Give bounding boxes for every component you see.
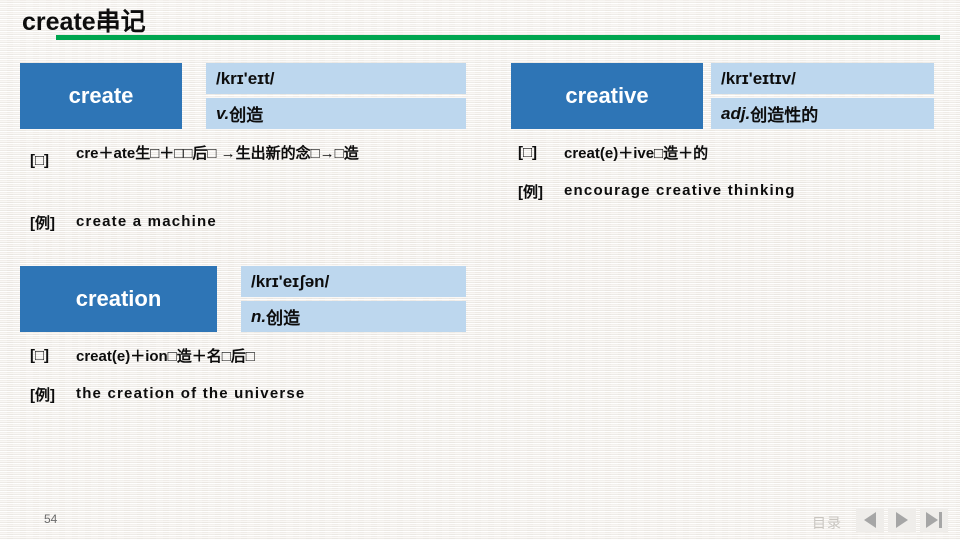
slide-canvas: create串记 create /krɪ'eɪt/ v. 创造 [□] cre＋a… (0, 0, 960, 540)
word-block-creative: creative /krɪ'eɪtɪv/ adj. 创造性的 (511, 63, 934, 130)
phonetic-create: /krɪ'eɪt/ (206, 63, 466, 94)
meaning-create: 创造 (229, 106, 264, 125)
etymology-text-create: cre＋ate生□＋□□后□ →生出新的念□→□造 (76, 145, 359, 162)
previous-slide-button[interactable] (856, 508, 884, 532)
skip-to-end-icon (926, 512, 942, 528)
triangle-right-glyph (926, 512, 938, 528)
phonetic-creative: /krɪ'eɪtɪv/ (711, 63, 934, 94)
next-slide-button[interactable] (888, 508, 916, 532)
end-bar-glyph (939, 512, 942, 528)
word-label-creation: creation (20, 266, 217, 332)
triangle-left-icon (864, 512, 876, 528)
meaning-creation: 创造 (266, 309, 301, 328)
etymology-tag-create: [□] (30, 152, 50, 169)
pos-creative: adj. (721, 103, 751, 123)
etymology-line-creative: [□] creat(e)＋ive□造＋的 (518, 144, 948, 164)
last-slide-button[interactable] (920, 508, 948, 532)
example-line-creative: [例] encourage creative thinking (518, 181, 948, 202)
etymology-text-creative: creat(e)＋ive□造＋的 (564, 145, 709, 162)
etymology-tag-creation: [□] (30, 347, 50, 364)
phonetic-creation: /krɪ'eɪʃən/ (241, 266, 466, 297)
pos-create: v. (216, 103, 230, 123)
word-panel-create: /krɪ'eɪt/ v. 创造 (206, 63, 466, 129)
sense-create: v. 创造 (206, 98, 466, 129)
example-line-create: [例] create a machine (30, 212, 450, 233)
example-tag-creation: [例] (30, 387, 55, 404)
etymology-line-creation: [□] creat(e)＋ion□造＋名□后□ (30, 347, 460, 367)
title-divider (56, 35, 940, 40)
etymology-text-creation: creat(e)＋ion□造＋名□后□ (76, 348, 255, 365)
page-number: 54 (44, 512, 58, 526)
etymology-tag-creative: [□] (518, 144, 538, 161)
table-of-contents-link[interactable]: 目录 (812, 513, 842, 533)
etymology-line-create: [□] cre＋ate生□＋□□后□ →生出新的念□→□造 (30, 144, 450, 169)
triangle-right-icon (896, 512, 908, 528)
word-panel-creative: /krɪ'eɪtɪv/ adj. 创造性的 (711, 63, 934, 129)
word-panel-creation: /krɪ'eɪʃən/ n. 创造 (241, 266, 466, 332)
sense-creation: n. 创造 (241, 301, 466, 332)
word-label-creative: creative (511, 63, 703, 129)
word-label-create: create (20, 63, 182, 129)
example-text-creation: the creation of the universe (76, 385, 306, 402)
example-tag-creative: [例] (518, 184, 543, 201)
page-title: create串记 (22, 8, 146, 36)
word-block-creation: creation /krɪ'eɪʃən/ n. 创造 (20, 266, 466, 333)
meaning-creative: 创造性的 (750, 106, 819, 125)
pos-creation: n. (251, 306, 267, 326)
sense-creative: adj. 创造性的 (711, 98, 934, 129)
slide-navigation (856, 508, 948, 532)
example-line-creation: [例] the creation of the universe (30, 384, 460, 405)
example-text-create: create a machine (76, 213, 217, 230)
example-text-creative: encourage creative thinking (564, 182, 796, 199)
example-tag-create: [例] (30, 215, 55, 232)
word-block-create: create /krɪ'eɪt/ v. 创造 (20, 63, 466, 130)
